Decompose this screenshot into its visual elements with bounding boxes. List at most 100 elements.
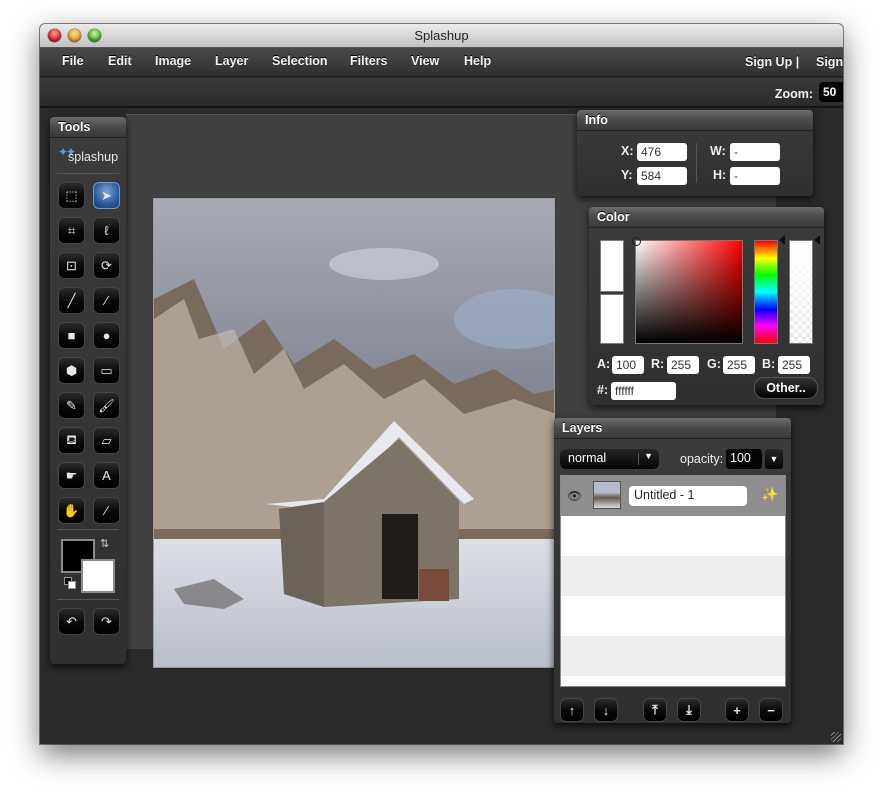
tool-pencil-button[interactable]: ✎ bbox=[58, 392, 85, 419]
hex-input[interactable]: ffffff bbox=[611, 382, 676, 400]
visibility-eye-icon[interactable]: 👁 bbox=[567, 489, 582, 503]
tool-line-button[interactable]: ⁄ bbox=[93, 287, 120, 314]
tool-hand-button[interactable]: ✋ bbox=[58, 497, 85, 524]
move-layer-bottom-button[interactable]: ⤓ bbox=[677, 698, 701, 722]
opacity-input[interactable]: 100 bbox=[726, 449, 762, 469]
opacity-label: opacity: bbox=[680, 452, 724, 466]
layer-name-field[interactable]: Untitled - 1 bbox=[629, 486, 747, 506]
info-panel-header[interactable]: Info bbox=[577, 110, 813, 131]
minus-icon: − bbox=[767, 702, 775, 718]
tool-crop-button[interactable]: ⌗ bbox=[58, 217, 85, 244]
tool-text-button[interactable]: A bbox=[93, 462, 120, 489]
move-layer-top-button[interactable]: ⤒ bbox=[643, 698, 667, 722]
undo-icon: ↶ bbox=[66, 613, 77, 629]
ellipse-icon: ● bbox=[102, 328, 111, 343]
tool-paint-bucket-button[interactable]: ⛾ bbox=[58, 427, 85, 454]
blue-input[interactable]: 255 bbox=[778, 356, 810, 374]
hue-slider[interactable] bbox=[754, 240, 778, 344]
menu-selection[interactable]: Selection bbox=[272, 54, 328, 68]
y-value: 584 bbox=[637, 167, 687, 185]
rotate-icon: ⟳ bbox=[101, 257, 112, 273]
sign-in-link[interactable]: Sign bbox=[816, 55, 843, 69]
red-input[interactable]: 255 bbox=[667, 356, 699, 374]
tool-lasso-button[interactable]: ℓ bbox=[93, 217, 120, 244]
add-layer-button[interactable]: + bbox=[725, 698, 749, 722]
other-color-button[interactable]: Other.. bbox=[754, 377, 818, 399]
empty-layer-row bbox=[561, 636, 785, 676]
rectangle-icon: ■ bbox=[67, 328, 76, 343]
layers-panel-header[interactable]: Layers bbox=[554, 418, 791, 439]
menu-view[interactable]: View bbox=[411, 54, 439, 68]
opacity-dropdown-button[interactable]: ▼ bbox=[765, 449, 783, 469]
x-value: 476 bbox=[637, 143, 687, 161]
color-swatches: ⇅ bbox=[59, 537, 119, 597]
menu-filters[interactable]: Filters bbox=[350, 54, 388, 68]
alpha-slider-handle[interactable] bbox=[814, 235, 820, 245]
zoom-window-button[interactable] bbox=[88, 29, 101, 42]
transform-icon: ⊡ bbox=[66, 257, 77, 273]
window-controls bbox=[48, 29, 101, 42]
tool-transform-button[interactable]: ⊡ bbox=[58, 252, 85, 279]
alpha-slider[interactable] bbox=[789, 240, 813, 344]
color-panel-header[interactable]: Color bbox=[589, 207, 824, 228]
minimize-button[interactable] bbox=[68, 29, 81, 42]
w-label: W: bbox=[710, 144, 726, 158]
divider bbox=[638, 453, 639, 465]
color-panel: Color A: 100 R: 255 G: 255 B: 255 #: fff… bbox=[589, 207, 824, 405]
tool-rotate-button[interactable]: ⟳ bbox=[93, 252, 120, 279]
close-button[interactable] bbox=[48, 29, 61, 42]
redo-icon: ↷ bbox=[101, 613, 112, 629]
tool-eyedropper-button[interactable]: ⁄ bbox=[93, 497, 120, 524]
alpha-input[interactable]: 100 bbox=[612, 356, 644, 374]
title-bar: Splashup bbox=[40, 24, 843, 48]
canvas-image[interactable] bbox=[153, 198, 555, 668]
tool-paintbrush-button[interactable]: 🖌 bbox=[93, 392, 120, 419]
move-layer-down-button[interactable]: ↓ bbox=[594, 698, 618, 722]
menu-image[interactable]: Image bbox=[155, 54, 191, 68]
layers-panel: Layers normal ▼ opacity: 100 ▼ 👁 Untitle… bbox=[554, 418, 791, 723]
sign-up-link[interactable]: Sign Up | bbox=[745, 55, 799, 69]
saturation-value-picker[interactable] bbox=[632, 237, 743, 344]
w-value: - bbox=[730, 143, 780, 161]
window-resize-grip[interactable] bbox=[831, 732, 841, 742]
background-color-swatch[interactable] bbox=[81, 559, 115, 593]
zoom-input[interactable]: 50 bbox=[819, 82, 843, 102]
tool-polygon-button[interactable]: ⬢ bbox=[58, 357, 85, 384]
tool-ellipse-button[interactable]: ● bbox=[93, 322, 120, 349]
swap-colors-icon[interactable]: ⇅ bbox=[100, 537, 109, 550]
move-layer-up-button[interactable]: ↑ bbox=[560, 698, 584, 722]
layer-effects-wand-icon[interactable]: ✨ bbox=[761, 486, 778, 503]
undo-button[interactable]: ↶ bbox=[58, 608, 85, 635]
layer-thumbnail bbox=[593, 481, 621, 509]
tool-move-pointer-button[interactable]: ➤ bbox=[93, 182, 120, 209]
tool-gradient-button[interactable]: ▭ bbox=[93, 357, 120, 384]
cloud bbox=[329, 248, 439, 280]
tool-smudge-button[interactable]: ☛ bbox=[58, 462, 85, 489]
green-input[interactable]: 255 bbox=[723, 356, 755, 374]
layer-row[interactable]: 👁 Untitled - 1 ✨ bbox=[561, 476, 785, 516]
blend-mode-select[interactable]: normal ▼ bbox=[560, 449, 659, 469]
empty-layer-row bbox=[561, 556, 785, 596]
redo-button[interactable]: ↷ bbox=[93, 608, 120, 635]
tool-eraser-button[interactable]: ▱ bbox=[93, 427, 120, 454]
hue-slider-handle[interactable] bbox=[779, 235, 785, 245]
reset-colors-icon-bg[interactable] bbox=[68, 581, 76, 589]
divider bbox=[57, 173, 119, 174]
tool-rectangle-button[interactable]: ■ bbox=[58, 322, 85, 349]
menu-help[interactable]: Help bbox=[464, 54, 491, 68]
menu-edit[interactable]: Edit bbox=[108, 54, 132, 68]
hexagon-icon: ⬢ bbox=[65, 362, 78, 378]
tools-panel-header[interactable]: Tools bbox=[50, 117, 126, 138]
menu-bar: File Edit Image Layer Selection Filters … bbox=[40, 48, 843, 77]
arrow-down-icon: ↓ bbox=[602, 702, 610, 718]
current-color-swatch[interactable] bbox=[600, 240, 624, 292]
tool-marquee-select-button[interactable]: ⬚ bbox=[58, 182, 85, 209]
arrow-top-icon: ⤒ bbox=[652, 702, 658, 717]
picker-cursor[interactable] bbox=[632, 237, 641, 246]
previous-color-swatch[interactable] bbox=[600, 294, 624, 344]
menu-file[interactable]: File bbox=[62, 54, 84, 68]
tool-brush-button[interactable]: ╱ bbox=[58, 287, 85, 314]
plus-icon: + bbox=[733, 702, 741, 718]
menu-layer[interactable]: Layer bbox=[215, 54, 248, 68]
delete-layer-button[interactable]: − bbox=[759, 698, 783, 722]
